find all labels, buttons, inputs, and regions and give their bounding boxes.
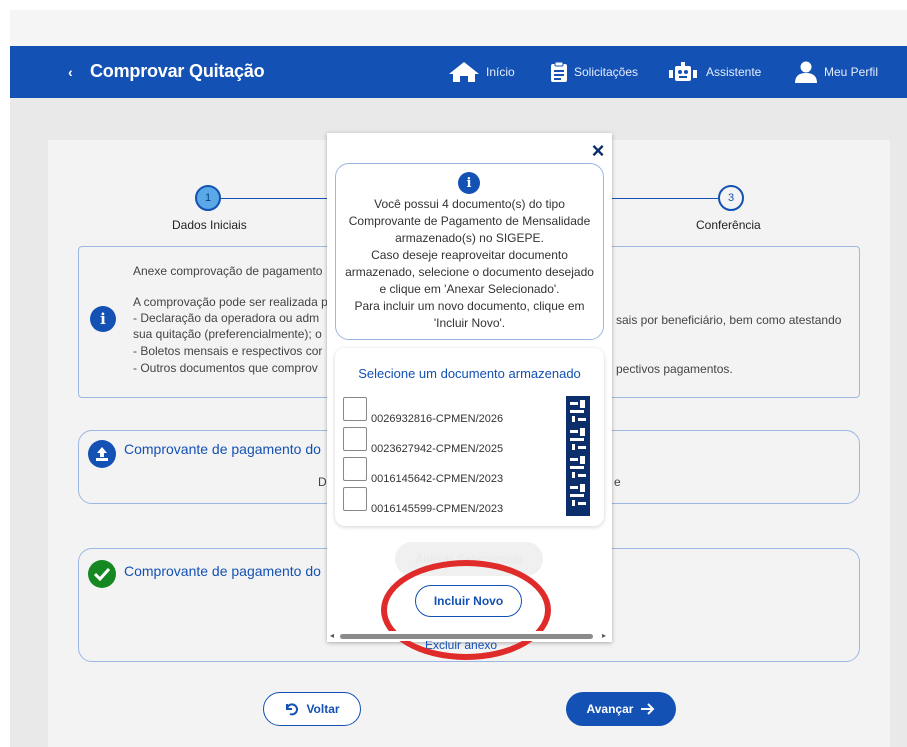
scroll-left-arrow-icon[interactable]: ◂ (330, 631, 334, 640)
upload-box-title: Comprovante de pagamento do (124, 441, 321, 457)
info-icon: i (90, 306, 116, 332)
nav-item-inicio[interactable]: Início (448, 46, 515, 98)
document-label: 0023627942-CPMEN/2025 (371, 443, 504, 455)
modal-info-line: Comprovante de Pagamento de Mensalidade (348, 214, 591, 228)
instruction-line: Anexe comprovação de pagamento (133, 264, 323, 278)
check-icon (88, 560, 116, 588)
top-strip (10, 10, 907, 46)
instruction-line: - Boletos mensais e respectivos cor (133, 344, 323, 358)
document-checkbox[interactable] (343, 487, 367, 511)
page-title: Comprovar Quitação (90, 61, 265, 81)
modal-info-line: e clique em 'Anexar Selecionado'. (379, 282, 560, 296)
step-connector (612, 198, 718, 199)
nav-label: Solicitações (574, 65, 639, 79)
step-3-label: Conferência (696, 218, 761, 232)
document-checkbox[interactable] (343, 457, 367, 481)
scroll-right-arrow-icon[interactable]: ▸ (602, 631, 606, 640)
user-icon (795, 61, 817, 83)
back-button-label: Voltar (306, 702, 340, 716)
nav-item-solicitacoes[interactable]: Solicitações (550, 46, 638, 98)
modal-info-line: armazenado(s) no SIGEPE. (395, 231, 544, 245)
modal-info-line: Caso deseje reaproveitar documento (371, 248, 568, 262)
nav-item-assistente[interactable]: Assistente (666, 46, 761, 98)
modal-info-line: armazenado, selecione o documento deseja… (345, 265, 594, 279)
nav-label: Meu Perfil (824, 65, 879, 79)
modal-info-line: Você possui 4 documento(s) do tipo (374, 197, 565, 211)
document-checkbox[interactable] (343, 427, 367, 451)
document-label: 0016145642-CPMEN/2023 (371, 473, 504, 485)
attached-box-title: Comprovante de pagamento do (124, 563, 321, 579)
arrow-right-icon (641, 703, 655, 715)
chevron-left-icon[interactable]: ‹ (68, 64, 73, 80)
top-navbar: ‹ Comprovar Quitação Início Solicitações… (10, 46, 907, 98)
upload-box-fragment: D (318, 475, 327, 489)
undo-icon (286, 703, 299, 716)
instruction-line: pectivos pagamentos. (616, 362, 733, 376)
robot-icon (669, 62, 697, 81)
modal-info-line: 'Incluir Novo'. (433, 316, 506, 330)
document-checkbox[interactable] (343, 397, 367, 421)
document-label: 0016145599-CPMEN/2023 (371, 503, 504, 515)
document-stamp-icon (566, 396, 590, 516)
instruction-line: A comprovação pode ser realizada p (133, 295, 328, 309)
clipboard-icon (551, 61, 567, 82)
document-label: 0026932816-CPMEN/2026 (371, 413, 504, 425)
instruction-line: sua quitação (preferencialmente); o (133, 327, 322, 341)
nav-label: Assistente (706, 65, 762, 79)
nav-item-meu-perfil[interactable]: Meu Perfil (794, 46, 878, 98)
info-icon: i (458, 172, 480, 194)
instruction-line: sais por beneficiário, bem como atestand… (616, 313, 842, 327)
step-3-circle: 3 (718, 185, 744, 211)
highlight-circle (381, 560, 551, 660)
nav-label: Início (486, 65, 515, 79)
step-1-label: Dados Iniciais (172, 218, 247, 232)
step-connector (221, 198, 331, 199)
scrollbar-thumb[interactable] (340, 634, 593, 639)
upload-box-fragment: e (614, 475, 621, 489)
step-1-circle: 1 (195, 185, 221, 211)
upload-icon[interactable] (88, 440, 116, 468)
next-button[interactable]: Avançar (566, 692, 676, 726)
instruction-line: - Outros documentos que comprov (133, 361, 318, 375)
next-button-label: Avançar (586, 702, 634, 716)
back-button[interactable]: Voltar (263, 692, 361, 726)
document-selection-title: Selecione um documento armazenado (358, 366, 581, 381)
modal-info-line: Para incluir um novo documento, clique e… (354, 299, 585, 313)
close-icon[interactable]: × (589, 140, 607, 162)
instruction-line: - Declaração da operadora ou adm (133, 311, 320, 325)
home-icon (449, 62, 479, 82)
